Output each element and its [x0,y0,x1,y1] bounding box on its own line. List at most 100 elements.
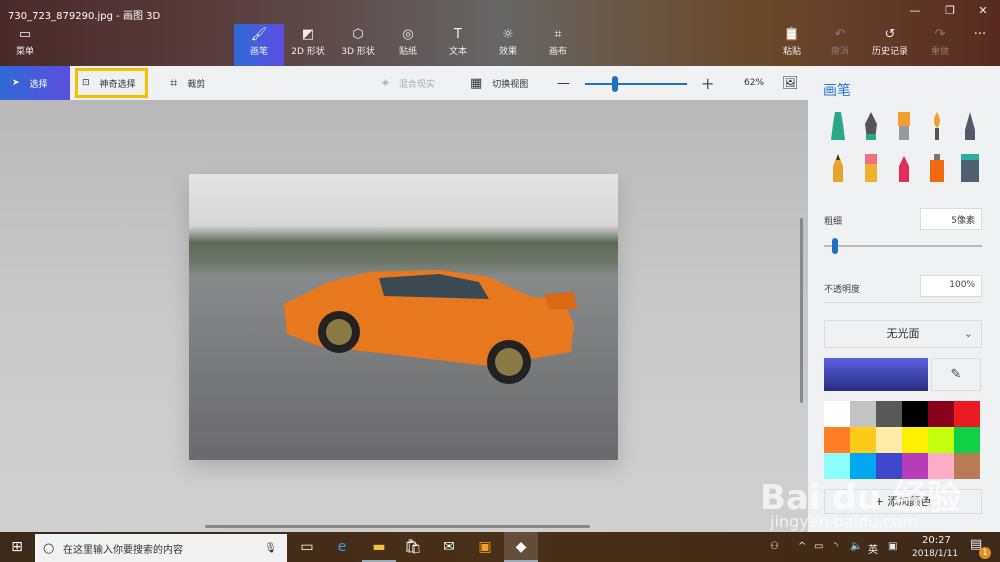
tab-2d-shapes[interactable]: ◩ 2D 形状 [283,24,333,66]
color-swatch[interactable] [954,427,980,453]
finish-value: 无光面 [886,327,920,340]
windows-start-icon[interactable]: ⊞ [0,532,34,562]
battery-icon[interactable]: ▭ [814,541,823,552]
tab-label: 文本 [448,47,467,57]
select-label: 选择 [29,79,48,90]
more-button[interactable]: ··· [960,24,1000,66]
microphone-icon[interactable]: 🎙 [264,543,277,554]
opacity-label: 不透明度 [824,285,861,295]
calligraphy-pen-icon[interactable] [859,110,883,142]
wifi-icon[interactable]: ◝ [834,541,838,552]
history-button[interactable]: ↺ 历史记录 [862,24,918,66]
taskbar-search[interactable]: ○ 在这里输入你要搜索的内容 🎙 [35,534,287,562]
volume-icon[interactable]: 🔈 [850,541,862,552]
undo-button[interactable]: ↶ 撤消 [815,24,865,66]
color-swatch[interactable] [954,401,980,427]
paint3d-icon[interactable]: ◆ [504,532,538,562]
restore-button[interactable]: ❐ [935,4,965,22]
vertical-scrollbar[interactable] [800,218,803,403]
menu-button[interactable]: ▭ 菜单 [0,24,50,66]
marker-icon[interactable] [826,110,850,142]
color-swatch[interactable] [928,427,954,453]
color-swatch[interactable] [902,401,928,427]
sun-icon: ☼ [502,27,514,42]
thickness-slider[interactable] [824,238,982,254]
toggle-view-button[interactable]: ▦ 切换视图 [470,66,528,100]
office-app-icon[interactable]: ▣ [468,532,502,562]
eyedropper-icon: ✎ [950,367,962,382]
undo-label: 撤消 [830,47,849,57]
ime-indicator[interactable]: 英 [868,541,878,556]
tab-3d-shapes[interactable]: ⬡ 3D 形状 [333,24,383,66]
magic-select-button[interactable]: ⊡ 神奇选择 [75,68,148,98]
grid-icon: ▦ [470,75,483,91]
clock-time[interactable]: 20:27 [922,535,951,546]
notification-count: 1 [979,547,991,559]
search-placeholder: 在这里输入你要搜索的内容 [63,544,183,556]
color-swatch[interactable] [850,427,876,453]
color-swatch[interactable] [928,401,954,427]
thickness-field[interactable]: 5像素 [920,208,982,230]
magic-select-label: 神奇选择 [99,79,136,90]
people-icon[interactable]: ⚇ [770,541,779,552]
tab-canvas[interactable]: ⌗ 画布 [533,24,583,66]
paste-icon: 📋 [783,27,801,42]
color-palette [824,401,980,479]
eyedropper-button[interactable]: ✎ [931,358,981,391]
oil-brush-icon[interactable] [892,110,916,142]
tab-label: 贴纸 [398,47,417,57]
tab-effects[interactable]: ☼ 效果 [483,24,533,66]
canvas-area[interactable] [0,100,808,532]
fill-bucket-icon[interactable] [958,152,982,184]
file-explorer-icon[interactable]: ▬ [362,532,396,562]
zoom-slider-thumb[interactable] [612,76,619,92]
color-swatch[interactable] [824,401,850,427]
pencil-icon[interactable] [826,152,850,184]
clock-date[interactable]: 2018/1/11 [912,549,958,559]
zoom-out-button[interactable]: — [557,66,570,100]
store-icon[interactable]: 🛍 [396,532,430,562]
edge-icon[interactable]: e [325,532,359,562]
color-swatch[interactable] [902,427,928,453]
crayon-icon[interactable] [892,152,916,184]
cube-icon: ⬡ [352,27,364,42]
horizontal-scrollbar[interactable] [205,525,590,528]
thickness-slider-thumb[interactable] [831,238,838,254]
finish-dropdown[interactable]: 无光面 ⌄ [824,320,982,348]
paste-label: 粘贴 [782,47,801,57]
color-swatch[interactable] [876,427,902,453]
color-swatch[interactable] [876,401,902,427]
car-photo[interactable] [189,174,618,460]
tab-brushes[interactable]: 🖌 画笔 [234,24,284,66]
brush-grid [826,110,991,184]
color-swatch[interactable] [824,427,850,453]
color-swatch[interactable] [850,401,876,427]
spray-can-icon[interactable] [925,152,949,184]
input-mode-icon[interactable]: ▣ [888,541,897,552]
close-button[interactable]: ✕ [968,4,998,22]
thickness-label: 粗细 [824,217,843,227]
watercolor-icon[interactable] [925,110,949,142]
select-button[interactable]: ➤ 选择 [0,66,70,100]
tray-chevron-icon[interactable]: ^ [798,541,806,552]
pixel-pen-icon[interactable] [958,110,982,142]
task-view-icon[interactable]: ▭ [290,532,324,562]
paste-button[interactable]: 📋 粘贴 [767,24,817,66]
crop-button[interactable]: ⌗ 裁剪 [170,66,205,100]
tab-stickers[interactable]: ◎ 贴纸 [383,24,433,66]
zoom-in-button[interactable]: + [701,66,714,100]
zoom-slider[interactable] [585,76,687,92]
mixed-reality-button[interactable]: ◈ 混合现实 [382,66,435,100]
redo-label: 重做 [930,47,949,57]
toolbar: ➤ 选择 ⊡ 神奇选择 ⌗ 裁剪 ◈ 混合现实 ▦ 切换视图 — + 62% 🖼 [0,66,808,100]
undo-icon: ↶ [834,27,846,42]
redo-button[interactable]: ↷ 重做 [915,24,965,66]
tab-text[interactable]: T 文本 [433,24,483,66]
eraser-icon[interactable] [859,152,883,184]
minimize-button[interactable]: — [900,4,930,22]
current-color[interactable] [824,358,928,391]
opacity-field[interactable]: 100% [920,275,982,297]
image-view-icon[interactable]: 🖼 [782,66,799,100]
mail-icon[interactable]: ✉ [432,532,466,562]
text-icon: T [454,27,462,42]
